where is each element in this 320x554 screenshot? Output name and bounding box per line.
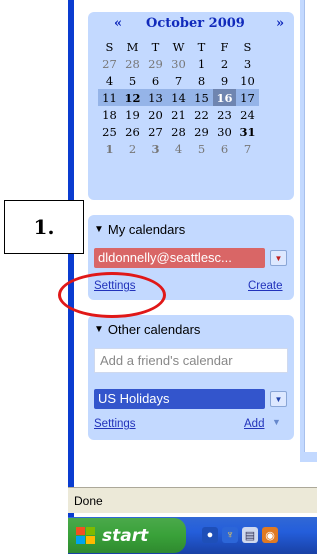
day-cell[interactable]: 25 (98, 123, 121, 140)
collapse-triangle-icon[interactable]: ▼ (94, 224, 104, 235)
other-calendars-panel: ▼ Other calendars Add a friend's calenda… (88, 315, 294, 440)
day-cell[interactable]: 29 (190, 123, 213, 140)
weekday-label: S (105, 39, 114, 54)
weekday-label: W (172, 39, 185, 54)
day-cell[interactable]: 27 (144, 123, 167, 140)
day-cell[interactable]: 5 (190, 140, 213, 157)
media-player-icon[interactable]: ● (202, 527, 218, 543)
other-calendars-title: Other calendars (107, 322, 201, 337)
day-cell[interactable]: 30 (213, 123, 236, 140)
day-cell[interactable]: 6 (144, 72, 167, 89)
dropdown-arrow-icon: ▼ (274, 253, 283, 263)
day-cell[interactable]: 5 (121, 72, 144, 89)
next-month-button[interactable]: » (276, 16, 284, 31)
day-cell[interactable]: 8 (190, 72, 213, 89)
day-cell[interactable]: 19 (121, 106, 144, 123)
week-row: 18 19 20 21 22 23 24 (98, 106, 259, 123)
day-cell[interactable]: 27 (98, 55, 121, 72)
prev-month-button[interactable]: « (114, 16, 122, 31)
step-callout: 1. (4, 200, 84, 254)
status-text: Done (74, 494, 103, 508)
collapse-triangle-icon[interactable]: ▼ (94, 324, 104, 335)
current-week-row: 11 12 13 14 15 16 17 (98, 89, 259, 106)
my-calendars-title: My calendars (107, 222, 186, 237)
weekday-label: S (243, 39, 252, 54)
day-cell[interactable]: 11 (98, 89, 121, 106)
day-cell[interactable]: 30 (167, 55, 190, 72)
day-cell[interactable]: 3 (144, 140, 167, 157)
weekday-row: S M T W T F S (98, 38, 259, 55)
main-calendar-grid (304, 0, 317, 452)
month-title: October 2009 (146, 16, 245, 31)
create-calendar-link[interactable]: Create (248, 280, 283, 292)
start-label: start (102, 525, 149, 546)
day-cell[interactable]: 14 (167, 89, 190, 106)
taskbar: start ● ♆ ▤ ◉ (68, 517, 317, 554)
week-row: 1 2 3 4 5 6 7 (98, 140, 259, 157)
day-cell[interactable]: 3 (236, 55, 259, 72)
weekday-label: T (151, 39, 160, 54)
add-calendar-link[interactable]: Add (244, 418, 264, 430)
day-cell[interactable]: 1 (98, 140, 121, 157)
day-cell[interactable]: 2 (213, 55, 236, 72)
day-cell[interactable]: 21 (167, 106, 190, 123)
dropdown-arrow-icon: ▼ (274, 394, 283, 404)
calendar-options-dropdown[interactable]: ▼ (270, 391, 287, 407)
weekday-label: T (197, 39, 206, 54)
other-calendars-settings-link[interactable]: Settings (94, 418, 136, 430)
add-dropdown-arrow-icon[interactable]: ▼ (272, 417, 281, 427)
day-cell[interactable]: 17 (236, 89, 259, 106)
my-calendars-header[interactable]: ▼ My calendars (94, 222, 185, 237)
day-cell[interactable]: 29 (144, 55, 167, 72)
browser-icon[interactable]: ◉ (262, 527, 278, 543)
other-calendars-header[interactable]: ▼ Other calendars (94, 322, 200, 337)
day-cell[interactable]: 10 (236, 72, 259, 89)
day-cell[interactable]: 6 (213, 140, 236, 157)
tool-icon[interactable]: ♆ (222, 527, 238, 543)
day-cell[interactable]: 26 (121, 123, 144, 140)
day-cell[interactable]: 23 (213, 106, 236, 123)
calendar-chip-primary[interactable]: dldonnelly@seattlesc... (94, 248, 265, 268)
mini-calendar-header: « October 2009 » (88, 16, 294, 34)
day-cell[interactable]: 28 (167, 123, 190, 140)
document-icon[interactable]: ▤ (242, 527, 258, 543)
day-cell[interactable]: 22 (190, 106, 213, 123)
day-cell[interactable]: 15 (190, 89, 213, 106)
week-row: 25 26 27 28 29 30 31 (98, 123, 259, 140)
day-cell[interactable]: 1 (190, 55, 213, 72)
day-cell[interactable]: 2 (121, 140, 144, 157)
day-cell[interactable]: 4 (167, 140, 190, 157)
today-cell[interactable]: 16 (213, 89, 236, 106)
calendar-options-dropdown[interactable]: ▼ (270, 250, 287, 266)
weekday-label: F (220, 39, 229, 54)
weekday-label: M (126, 39, 139, 54)
week-row: 4 5 6 7 8 9 10 (98, 72, 259, 89)
step-number: 1. (33, 215, 55, 239)
start-button[interactable]: start (68, 518, 186, 553)
day-cell[interactable]: 13 (144, 89, 167, 106)
day-cell[interactable]: 7 (167, 72, 190, 89)
day-cell[interactable]: 7 (236, 140, 259, 157)
calendar-chip-us-holidays[interactable]: US Holidays (94, 389, 265, 409)
day-cell[interactable]: 24 (236, 106, 259, 123)
add-friend-calendar-input[interactable]: Add a friend's calendar (94, 348, 288, 373)
status-bar: Done (68, 487, 317, 513)
day-cell[interactable]: 12 (121, 89, 144, 106)
day-cell[interactable]: 28 (121, 55, 144, 72)
highlight-oval (58, 272, 166, 318)
day-cell[interactable]: 4 (98, 72, 121, 89)
day-cell[interactable]: 18 (98, 106, 121, 123)
mini-calendar: « October 2009 » S M T W T F S 27 28 29 … (88, 12, 294, 200)
mini-calendar-grid: S M T W T F S 27 28 29 30 1 2 3 4 5 6 7 … (98, 38, 259, 157)
day-cell[interactable]: 31 (236, 123, 259, 140)
day-cell[interactable]: 9 (213, 72, 236, 89)
week-row: 27 28 29 30 1 2 3 (98, 55, 259, 72)
windows-logo-icon (76, 526, 96, 545)
day-cell[interactable]: 20 (144, 106, 167, 123)
